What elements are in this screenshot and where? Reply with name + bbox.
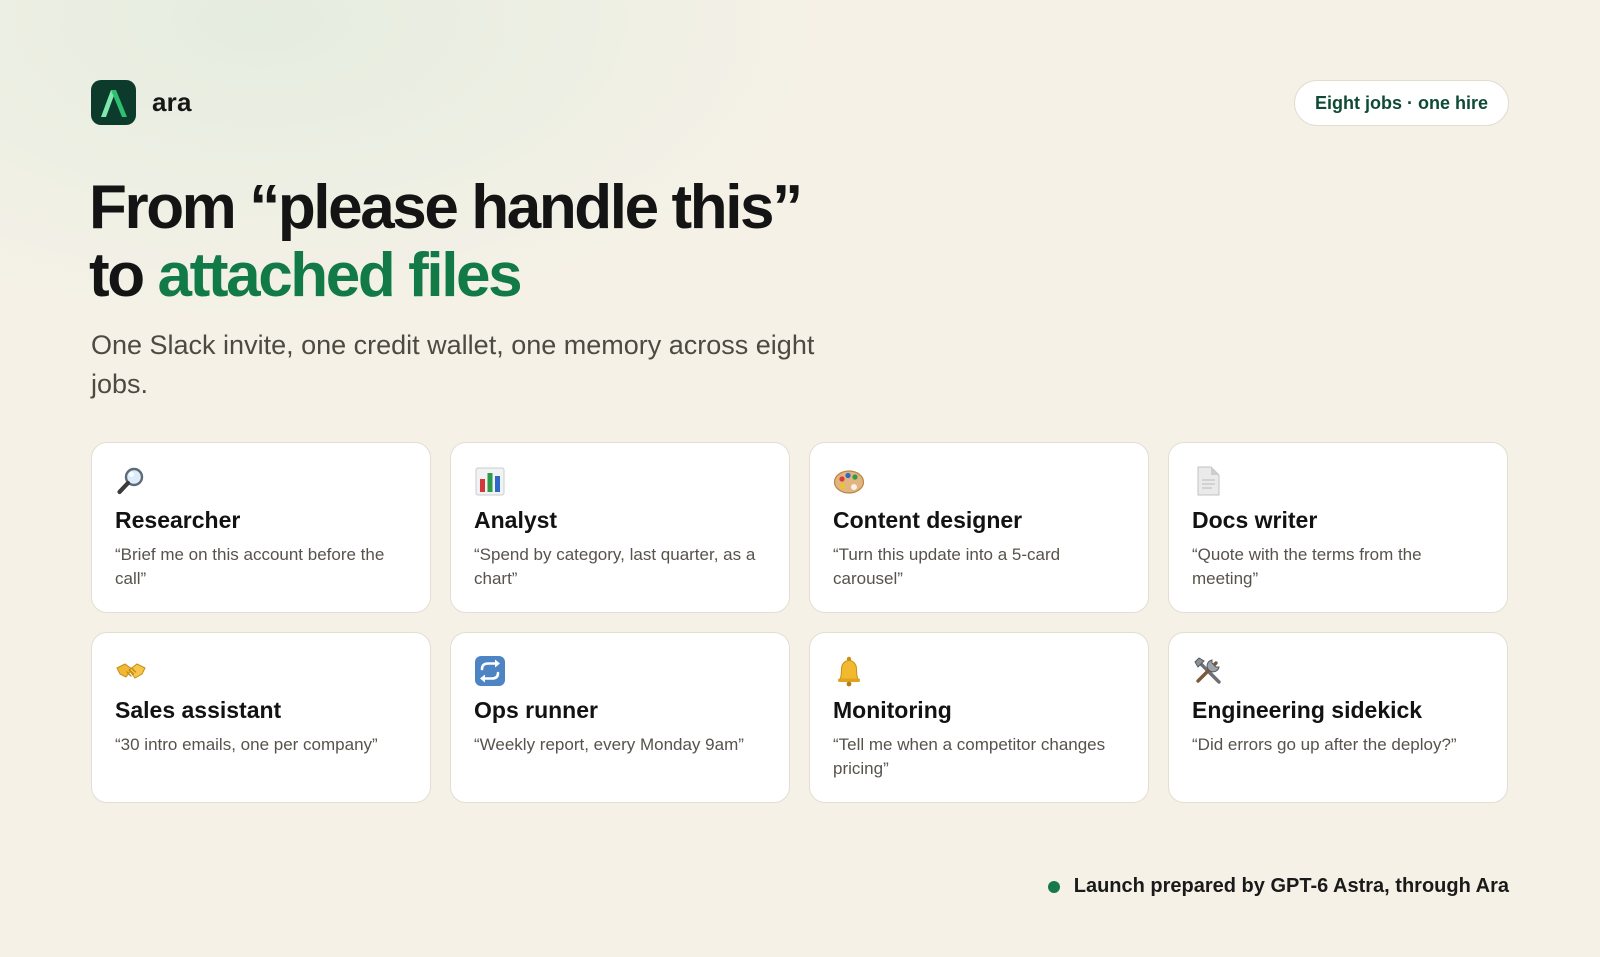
job-prompt: “30 intro emails, one per company” (115, 735, 378, 754)
job-prompt: “Turn this update into a 5-card carousel… (833, 545, 1061, 588)
ara-logo-icon (91, 80, 136, 125)
job-title: Engineering sidekick (1192, 697, 1423, 723)
headline-line-1: From “please handle this” (89, 173, 803, 242)
job-card-monitoring[interactable]: Monitoring “Tell me when a competitor ch… (809, 632, 1149, 803)
job-card-engineering-sidekick[interactable]: Engineering sidekick “Did errors go up a… (1168, 632, 1508, 803)
job-card-sales-assistant[interactable]: Sales assistant “30 intro emails, one pe… (91, 632, 431, 803)
document-icon (1192, 465, 1224, 497)
jobs-badge: Eight jobs · one hire (1293, 80, 1509, 126)
status-dot-icon (1047, 880, 1060, 893)
page-headline: From “please handle this” to attached fi… (89, 173, 803, 310)
magnifying-glass-icon (115, 465, 147, 497)
job-title: Analyst (474, 507, 558, 533)
bell-icon (833, 655, 865, 687)
job-title: Docs writer (1192, 507, 1318, 533)
bar-chart-icon (474, 465, 506, 497)
job-title: Ops runner (474, 697, 598, 723)
palette-icon (833, 465, 865, 497)
tools-icon (1192, 655, 1224, 687)
job-prompt: “Quote with the terms from the meeting” (1192, 545, 1422, 588)
job-title: Sales assistant (115, 697, 282, 723)
job-prompt: “Spend by category, last quarter, as a c… (474, 545, 756, 588)
brand-name: ara (152, 87, 192, 117)
job-prompt: “Did errors go up after the deploy?” (1192, 735, 1457, 754)
job-prompt: “Brief me on this account before the cal… (115, 545, 385, 588)
job-card-researcher[interactable]: Researcher “Brief me on this account bef… (91, 442, 431, 613)
job-card-docs-writer[interactable]: Docs writer “Quote with the terms from t… (1168, 442, 1508, 613)
headline-line-2-prefix: to (89, 241, 158, 310)
job-prompt: “Weekly report, every Monday 9am” (474, 735, 744, 754)
job-card-ops-runner[interactable]: Ops runner “Weekly report, every Monday … (450, 632, 790, 803)
launch-credit-label: Launch prepared by GPT-6 Astra, through … (1073, 875, 1509, 897)
repeat-icon (474, 655, 506, 687)
job-title: Content designer (833, 507, 1023, 533)
job-title: Researcher (115, 507, 241, 533)
job-prompt: “Tell me when a competitor changes prici… (833, 735, 1106, 778)
brand-logo[interactable]: ara (91, 80, 192, 125)
jobs-grid: Researcher “Brief me on this account bef… (91, 442, 1509, 803)
job-card-analyst[interactable]: Analyst “Spend by category, last quarter… (450, 442, 790, 613)
job-card-content-designer[interactable]: Content designer “Turn this update into … (809, 442, 1149, 613)
job-title: Monitoring (833, 697, 952, 723)
launch-credit: Launch prepared by GPT-6 Astra, through … (1047, 875, 1509, 898)
handshake-icon (115, 655, 147, 687)
headline-accent: attached files (157, 241, 523, 310)
page-subheading: One Slack invite, one credit wallet, one… (91, 330, 815, 399)
